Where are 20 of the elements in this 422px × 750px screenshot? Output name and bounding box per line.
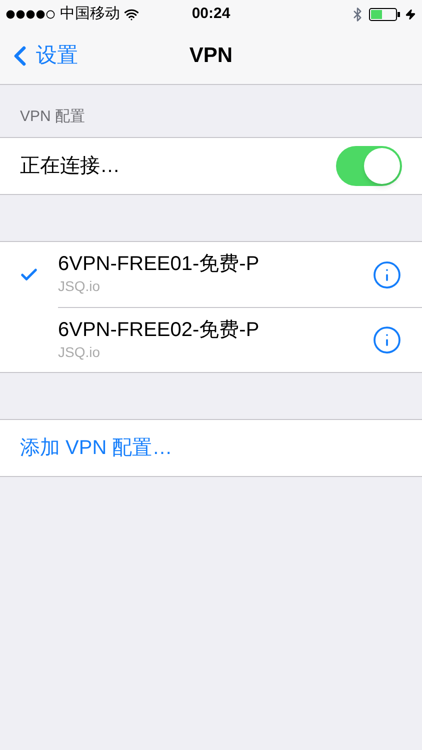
- vpn-config-row[interactable]: 6VPN-FREE01-免费-P JSQ.io: [0, 242, 422, 307]
- vpn-config-row[interactable]: 6VPN-FREE02-免费-P JSQ.io: [0, 307, 422, 372]
- page-title: VPN: [189, 43, 233, 70]
- info-icon[interactable]: [372, 325, 402, 355]
- config-name: 6VPN-FREE02-免费-P: [58, 318, 260, 342]
- vpn-toggle[interactable]: [336, 146, 402, 186]
- config-name: 6VPN-FREE01-免费-P: [58, 252, 260, 276]
- add-vpn-config-link[interactable]: 添加 VPN 配置…: [20, 433, 172, 463]
- section-header: VPN 配置: [20, 106, 86, 126]
- carrier-name: 中国移动: [60, 4, 120, 24]
- signal-icon: [6, 10, 56, 18]
- config-server: JSQ.io: [58, 277, 102, 296]
- wifi-icon: [124, 6, 139, 22]
- back-button[interactable]: 设置: [8, 40, 78, 72]
- charging-icon: [405, 8, 416, 20]
- config-server: JSQ.io: [58, 342, 102, 362]
- info-icon[interactable]: [372, 260, 402, 290]
- clock-time: 00:24: [192, 4, 230, 24]
- connection-status: 正在连接…: [20, 154, 121, 179]
- battery-icon: [369, 8, 401, 20]
